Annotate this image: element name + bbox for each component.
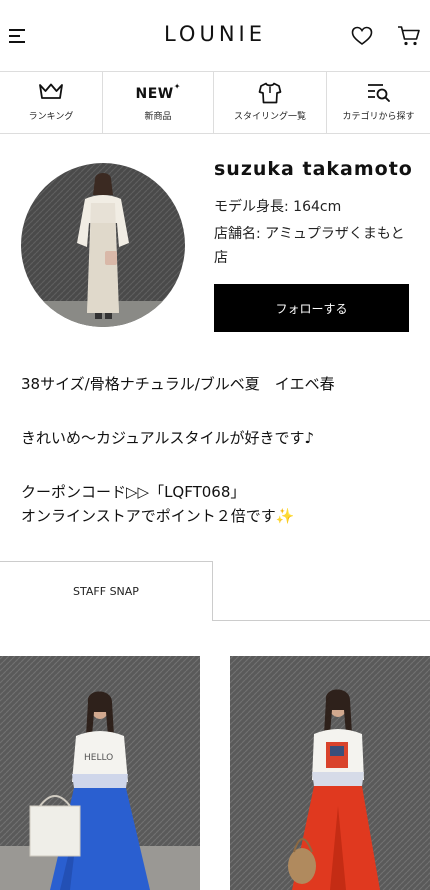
- crown-icon: [0, 82, 102, 104]
- model-height: モデル身長: 164cm: [214, 199, 342, 215]
- category-search-icon: [327, 82, 430, 104]
- nav-item-category[interactable]: カテゴリから探す: [327, 72, 430, 133]
- staff-bio: 38サイズ/骨格ナチュラル/ブルベ夏 イエベ春 きれいめ〜カジュアルスタイルが好…: [21, 372, 416, 528]
- new-badge-icon: NEW ✦: [135, 82, 181, 102]
- staff-avatar: [21, 163, 185, 327]
- snap-card[interactable]: [230, 656, 430, 890]
- shirt-icon: [214, 82, 326, 104]
- bio-line: きれいめ〜カジュアルスタイルが好きです♪: [21, 429, 315, 447]
- staff-name: suzuka takamoto: [214, 158, 413, 180]
- category-nav: ランキング NEW ✦ 新商品 スタイリング一覧 カテゴリから探す: [0, 72, 430, 134]
- tab-divider: [212, 620, 430, 621]
- cart-icon[interactable]: [397, 25, 421, 47]
- nav-label: ランキング: [28, 112, 74, 122]
- nav-label: スタイリング一覧: [233, 112, 306, 122]
- follow-button[interactable]: フォローする: [214, 284, 409, 332]
- bio-line: クーポンコード▷▷「LQFT068」: [21, 483, 246, 501]
- site-header: LOUNIE: [0, 0, 430, 72]
- nav-label: 新商品: [144, 112, 172, 122]
- svg-text:HELLO: HELLO: [84, 753, 113, 763]
- nav-label: カテゴリから探す: [342, 112, 415, 122]
- nav-item-ranking[interactable]: ランキング: [0, 72, 103, 133]
- nav-item-styling[interactable]: スタイリング一覧: [214, 72, 327, 133]
- nav-item-new[interactable]: NEW ✦ 新商品: [103, 72, 214, 133]
- bio-line: 38サイズ/骨格ナチュラル/ブルベ夏 イエベ春: [21, 375, 335, 393]
- snap-card[interactable]: HELLO: [0, 656, 200, 890]
- heart-icon[interactable]: [351, 26, 373, 46]
- profile-tabs: STAFF SNAP: [0, 561, 430, 621]
- bio-line: オンラインストアでポイント２倍です✨: [21, 507, 295, 525]
- tab-staff-snap[interactable]: STAFF SNAP: [0, 561, 213, 621]
- store-name: 店舗名: アミュプラザくまもと店: [214, 226, 405, 266]
